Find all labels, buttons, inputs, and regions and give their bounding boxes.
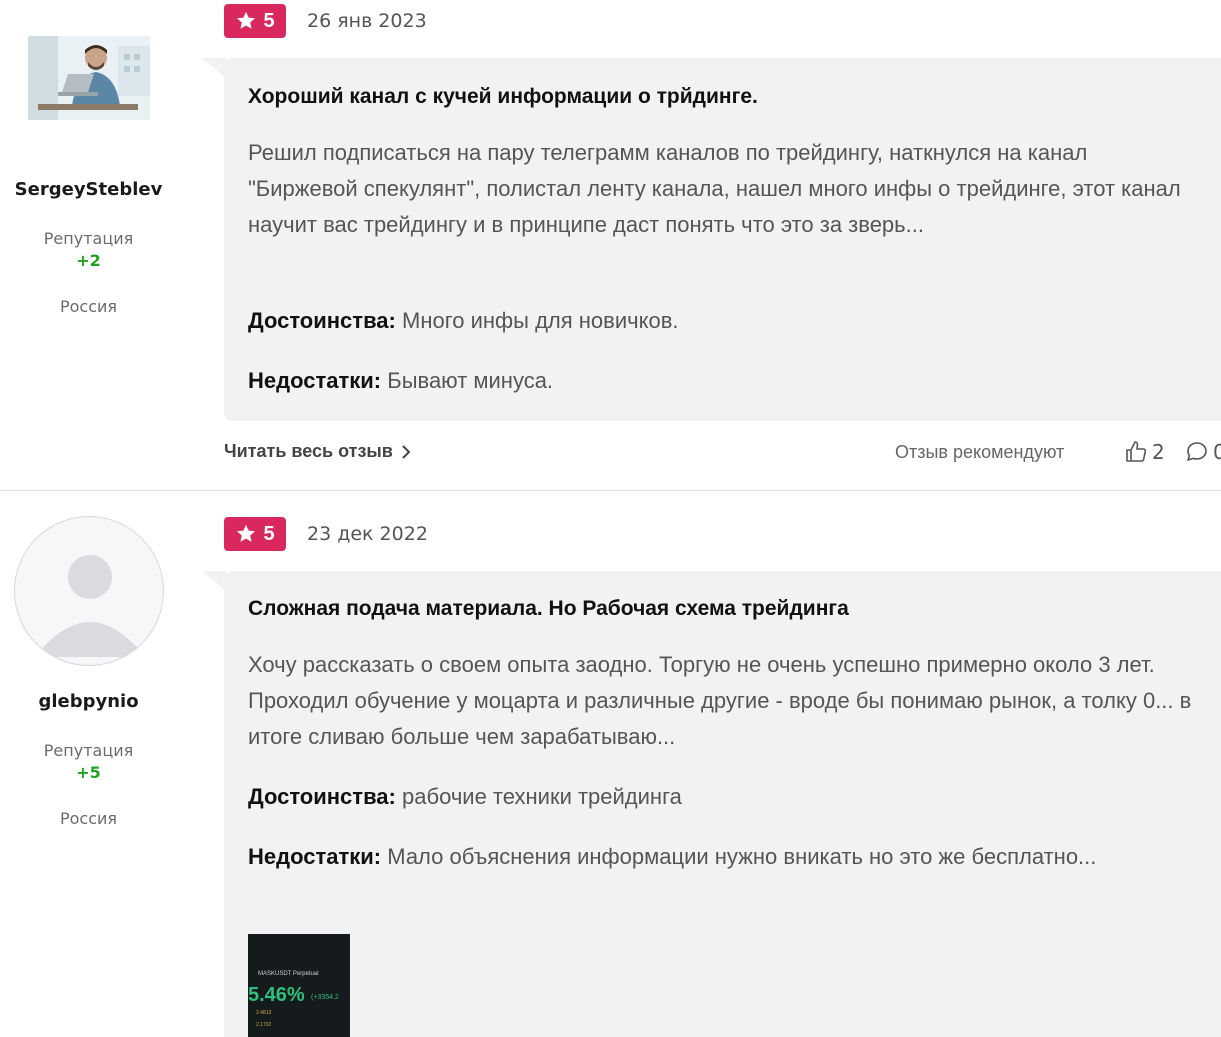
attachment-price: 2.4813 <box>256 1010 272 1016</box>
review-pros: Достоинства: рабочие техники трейдинга <box>248 779 1198 815</box>
review-date: 23 дек 2022 <box>307 523 428 545</box>
avatar[interactable] <box>14 516 164 666</box>
bubble-tail <box>202 571 226 591</box>
pros-label: Достоинства: <box>248 784 396 809</box>
review-attachment-image[interactable]: MASKUSDT Perpetual 5.46% (+3354.2 2.4813… <box>248 934 350 1037</box>
author-country: Россия <box>59 809 118 828</box>
review-cons: Недостатки: Мало объяснения информации н… <box>248 839 1108 875</box>
review-title[interactable]: Сложная подача материала. Но Рабочая схе… <box>248 597 849 621</box>
rating-value: 5 <box>263 522 275 545</box>
attachment-symbol: MASKUSDT Perpetual <box>258 971 319 977</box>
review-text: Хочу рассказать о своем опыта заодно. То… <box>248 652 1192 749</box>
attachment-change: (+3354.2 <box>311 994 339 1001</box>
attachment-price: 2.1702 <box>256 1022 272 1028</box>
review-card: glebpynio Репутация +5 Россия 5 23 дек 2… <box>0 0 1221 1037</box>
username[interactable]: glebpynio <box>0 691 177 712</box>
star-icon <box>237 524 256 542</box>
pros-text: рабочие техники трейдинга <box>402 784 682 809</box>
rating-badge: 5 <box>224 517 286 551</box>
attachment-percent: 5.46% <box>248 984 305 1006</box>
reputation-label: Репутация <box>43 741 134 760</box>
cons-label: Недостатки: <box>248 844 382 869</box>
cons-text: Мало объяснения информации нужно вникать… <box>387 844 1097 869</box>
reputation-value: +5 <box>76 763 101 782</box>
